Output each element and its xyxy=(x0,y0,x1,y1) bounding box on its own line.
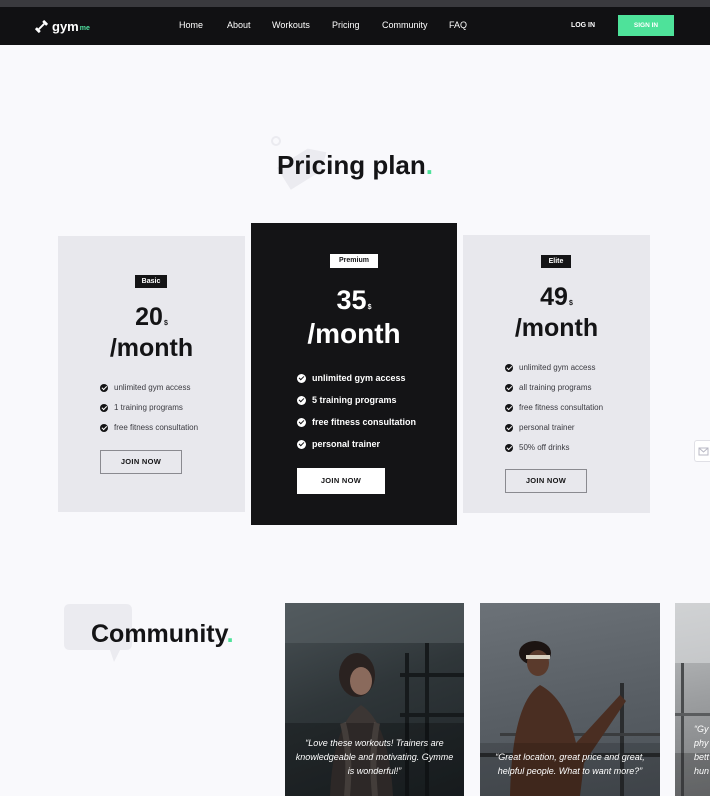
feature-label: personal trainer xyxy=(312,439,381,449)
login-button[interactable]: LOG IN xyxy=(560,20,606,31)
pricing-title-dot: . xyxy=(425,150,434,180)
price-value: 49 xyxy=(540,283,568,311)
check-icon xyxy=(505,403,513,412)
check-icon xyxy=(505,423,513,432)
plan-badge: Basic xyxy=(135,275,167,288)
join-now-button[interactable]: JOIN NOW xyxy=(297,468,385,494)
testimonial-card[interactable]: “Gy phy bett hun xyxy=(675,603,710,796)
price-value: 35 xyxy=(336,285,367,315)
plan-feature: all training programs xyxy=(505,383,591,392)
check-icon xyxy=(505,443,513,452)
logo-text: gym xyxy=(52,18,79,34)
feature-label: unlimited gym access xyxy=(519,363,596,372)
plan-feature: 50% off drinks xyxy=(505,443,570,452)
nav-link-faq[interactable]: FAQ xyxy=(449,20,467,31)
feature-label: all training programs xyxy=(519,383,592,392)
community-title-dot: . xyxy=(226,620,234,648)
plan-feature: free fitness consultation xyxy=(297,417,416,427)
price-currency: $ xyxy=(568,300,573,307)
check-icon xyxy=(100,403,108,412)
navbar: gym me Home About Workouts Pricing Commu… xyxy=(0,7,710,45)
plan-feature: free fitness consultation xyxy=(505,403,603,412)
price-currency: $ xyxy=(367,304,372,311)
nav-link-workouts[interactable]: Workouts xyxy=(272,20,310,31)
testimonial-quote: “Great location, great price and great, … xyxy=(495,752,645,776)
feature-label: free fitness consultation xyxy=(519,403,604,412)
plan-period: /month xyxy=(307,318,401,349)
price-value: 20 xyxy=(135,303,163,331)
testimonial-quote: “Love these workouts! Trainers are knowl… xyxy=(295,738,454,776)
nav-link-home[interactable]: Home xyxy=(179,20,203,31)
check-icon xyxy=(505,363,513,372)
plan-period: /month xyxy=(109,334,194,362)
feature-label: free fitness consultation xyxy=(114,423,199,432)
logo[interactable]: gym me xyxy=(34,17,90,35)
check-icon xyxy=(297,395,306,405)
price-currency: $ xyxy=(163,320,168,327)
testimonial-quote: “Gy phy bett hun xyxy=(694,724,710,776)
feature-label: free fitness consultation xyxy=(312,417,417,427)
plan-feature: unlimited gym access xyxy=(505,363,595,372)
nav-link-about[interactable]: About xyxy=(227,20,251,31)
testimonial-card[interactable]: “Love these workouts! Trainers are knowl… xyxy=(285,603,464,796)
join-now-button[interactable]: JOIN NOW xyxy=(100,450,182,474)
feature-label: unlimited gym access xyxy=(114,383,191,392)
feature-label: unlimited gym access xyxy=(312,373,406,383)
plan-card-premium: Premium 35$ /month unlimited gym access … xyxy=(251,223,457,525)
plan-period: /month xyxy=(514,314,599,342)
mail-widget-icon[interactable] xyxy=(694,440,710,462)
feature-label: 1 training programs xyxy=(114,403,183,412)
browser-top-strip xyxy=(0,0,710,7)
plan-feature: unlimited gym access xyxy=(100,383,190,392)
join-now-button[interactable]: JOIN NOW xyxy=(505,469,587,493)
plan-badge: Elite xyxy=(541,255,571,268)
plan-badge: Premium xyxy=(330,254,378,268)
plan-feature: personal trainer xyxy=(297,439,380,449)
plan-card-basic: Basic 20$ /month unlimited gym access 1 … xyxy=(58,236,245,512)
check-icon xyxy=(100,383,108,392)
pricing-title-text: Pricing plan xyxy=(276,150,426,180)
plan-feature: free fitness consultation xyxy=(100,423,198,432)
check-icon xyxy=(297,417,306,427)
feature-label: 50% off drinks xyxy=(519,443,570,452)
plan-feature: unlimited gym access xyxy=(297,373,406,383)
feature-label: personal trainer xyxy=(519,423,575,432)
dumbbell-icon xyxy=(35,19,48,33)
check-icon xyxy=(100,423,108,432)
community-title-text: Community xyxy=(91,620,227,648)
check-icon xyxy=(505,383,513,392)
nav-link-community[interactable]: Community xyxy=(382,20,428,31)
check-icon xyxy=(297,373,306,383)
logo-suffix: me xyxy=(79,24,90,32)
pricing-title: Pricing plan. xyxy=(200,148,510,182)
signin-button[interactable]: SIGN IN xyxy=(618,15,674,36)
plan-feature: 5 training programs xyxy=(297,395,397,405)
plan-card-elite: Elite 49$ /month unlimited gym access al… xyxy=(463,235,650,513)
plan-feature: 1 training programs xyxy=(100,403,183,412)
check-icon xyxy=(297,439,306,449)
feature-label: 5 training programs xyxy=(312,395,397,405)
plan-feature: personal trainer xyxy=(505,423,575,432)
community-title: Community. xyxy=(91,618,234,650)
testimonial-card[interactable]: “Great location, great price and great, … xyxy=(480,603,660,796)
nav-link-pricing[interactable]: Pricing xyxy=(332,20,360,31)
